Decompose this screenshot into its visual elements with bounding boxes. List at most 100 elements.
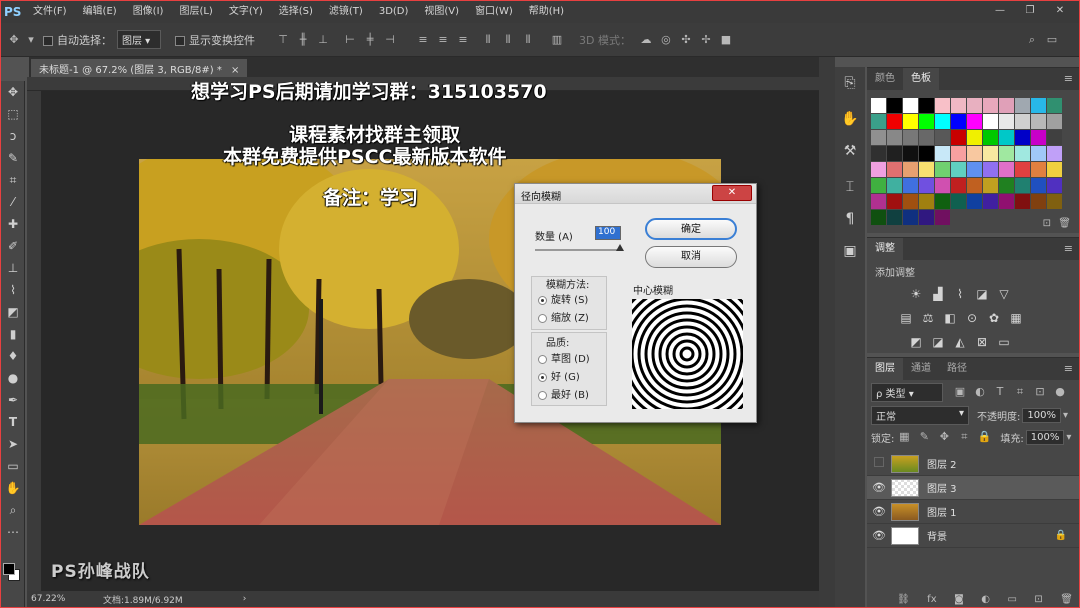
invert-icon[interactable]: ◩ bbox=[907, 333, 925, 351]
brightness-icon[interactable]: ☀ bbox=[907, 285, 925, 303]
panel-menu-icon[interactable]: ≡ bbox=[1064, 362, 1073, 375]
new-swatch-icon[interactable]: ⊡ bbox=[1043, 218, 1051, 229]
lock-all-icon[interactable]: 🔒 bbox=[977, 430, 992, 444]
tab-paths[interactable]: 路径 bbox=[939, 358, 975, 380]
swatch[interactable] bbox=[919, 162, 934, 177]
swatch[interactable] bbox=[1047, 130, 1062, 145]
zoom-level[interactable]: 67.22% bbox=[31, 594, 91, 604]
photo-filter-icon[interactable]: ⊙ bbox=[963, 309, 981, 327]
dialog-titlebar[interactable]: 径向模糊 ✕ bbox=[515, 184, 756, 204]
distribute-hcenter-icon[interactable]: ⫴ bbox=[501, 33, 515, 47]
radio-good[interactable]: 好 (G) bbox=[538, 368, 580, 383]
swatch-grid[interactable] bbox=[871, 98, 1062, 225]
swatch[interactable] bbox=[887, 178, 902, 193]
amount-input[interactable]: 100 bbox=[595, 226, 621, 240]
swatch[interactable] bbox=[919, 130, 934, 145]
roll-3d-icon[interactable]: ◎ bbox=[659, 33, 673, 47]
swatch[interactable] bbox=[1047, 178, 1062, 193]
auto-select-dropdown[interactable]: 图层 ▾ bbox=[117, 30, 161, 49]
swatch[interactable] bbox=[1047, 98, 1062, 113]
swatch[interactable] bbox=[951, 130, 966, 145]
ok-button[interactable]: 确定 bbox=[645, 218, 737, 240]
adjustment-layer-icon[interactable]: ◐ bbox=[981, 594, 990, 605]
drag-3d-icon[interactable]: ✣ bbox=[679, 33, 693, 47]
scale-3d-icon[interactable]: ■ bbox=[719, 33, 733, 47]
swatch[interactable] bbox=[983, 162, 998, 177]
swatch[interactable] bbox=[1015, 114, 1030, 129]
amount-slider-track[interactable] bbox=[535, 249, 623, 251]
swatch[interactable] bbox=[919, 178, 934, 193]
swatch[interactable] bbox=[919, 146, 934, 161]
swatch[interactable] bbox=[871, 98, 886, 113]
properties-icon[interactable]: ⌶ bbox=[835, 171, 865, 203]
swatch[interactable] bbox=[983, 146, 998, 161]
swatch[interactable] bbox=[967, 178, 982, 193]
healing-tool-icon[interactable]: ✚ bbox=[1, 213, 25, 235]
gradient-tool-icon[interactable]: ▮ bbox=[1, 323, 25, 345]
group-icon[interactable]: ▭ bbox=[1007, 594, 1016, 605]
hue-sat-icon[interactable]: ▤ bbox=[897, 309, 915, 327]
swatch[interactable] bbox=[1015, 130, 1030, 145]
swatch[interactable] bbox=[871, 162, 886, 177]
selective-color-icon[interactable]: ⊠ bbox=[973, 333, 991, 351]
panel-menu-icon[interactable]: ≡ bbox=[1064, 242, 1073, 255]
align-bottom-icon[interactable]: ⊥ bbox=[316, 33, 330, 47]
swatch[interactable] bbox=[999, 162, 1014, 177]
swatch[interactable] bbox=[935, 162, 950, 177]
swatch[interactable] bbox=[951, 146, 966, 161]
swatch[interactable] bbox=[967, 114, 982, 129]
color-balance-icon[interactable]: ⚖ bbox=[919, 309, 937, 327]
distribute-top-icon[interactable]: ≡ bbox=[416, 33, 430, 47]
distribute-bottom-icon[interactable]: ≡ bbox=[456, 33, 470, 47]
menu-item[interactable]: 选择(S) bbox=[271, 1, 321, 23]
filter-type-icon[interactable]: T bbox=[993, 385, 1007, 399]
swatch[interactable] bbox=[919, 114, 934, 129]
brush-tool-icon[interactable]: ✐ bbox=[1, 235, 25, 257]
curves-icon[interactable]: ⌇ bbox=[951, 285, 969, 303]
swatch[interactable] bbox=[1031, 98, 1046, 113]
menu-item[interactable]: 3D(D) bbox=[371, 1, 417, 23]
swatch[interactable] bbox=[903, 114, 918, 129]
tab-channels[interactable]: 通道 bbox=[903, 358, 939, 380]
swatch[interactable] bbox=[935, 114, 950, 129]
swatch[interactable] bbox=[903, 194, 918, 209]
swatch[interactable] bbox=[871, 194, 886, 209]
trash-icon[interactable]: 🗑 bbox=[1058, 218, 1071, 229]
tab-close-icon[interactable]: × bbox=[231, 65, 239, 76]
type-tool-icon[interactable]: T bbox=[1, 411, 25, 433]
swatch[interactable] bbox=[919, 194, 934, 209]
swatch[interactable] bbox=[887, 114, 902, 129]
swatch[interactable] bbox=[935, 146, 950, 161]
swatch[interactable] bbox=[1047, 114, 1062, 129]
swatch[interactable] bbox=[1015, 98, 1030, 113]
radio-zoom[interactable]: 缩放 (Z) bbox=[538, 309, 589, 324]
menu-item[interactable]: 文字(Y) bbox=[221, 1, 271, 23]
orbit-3d-icon[interactable]: ☁ bbox=[639, 33, 653, 47]
swatch[interactable] bbox=[999, 130, 1014, 145]
menu-item[interactable]: 编辑(E) bbox=[75, 1, 125, 23]
menu-item[interactable]: 图像(I) bbox=[125, 1, 172, 23]
swatch[interactable] bbox=[903, 162, 918, 177]
color-swatches[interactable] bbox=[3, 563, 21, 581]
status-arrow-icon[interactable]: › bbox=[243, 594, 247, 604]
swatch[interactable] bbox=[935, 194, 950, 209]
distribute-right-icon[interactable]: ⫴ bbox=[521, 33, 535, 47]
workspace-icon[interactable]: ▭ bbox=[1045, 33, 1059, 47]
close-icon[interactable]: ✕ bbox=[1045, 1, 1075, 21]
swatch[interactable] bbox=[983, 130, 998, 145]
swatch[interactable] bbox=[903, 146, 918, 161]
quick-select-tool-icon[interactable]: ✎ bbox=[1, 147, 25, 169]
trash-icon[interactable]: 🗑 bbox=[1060, 594, 1073, 605]
dodge-tool-icon[interactable]: ● bbox=[1, 367, 25, 389]
brush-settings-icon[interactable]: ⚒ bbox=[835, 135, 865, 167]
swatch[interactable] bbox=[951, 114, 966, 129]
restore-icon[interactable]: ❐ bbox=[1015, 1, 1045, 21]
character-panel-icon[interactable]: ¶ bbox=[835, 203, 865, 235]
swatch[interactable] bbox=[967, 162, 982, 177]
brush-panel-icon[interactable]: ✋ bbox=[835, 103, 865, 135]
swatch[interactable] bbox=[1031, 162, 1046, 177]
history-brush-tool-icon[interactable]: ⌇ bbox=[1, 279, 25, 301]
vibrance-icon[interactable]: ▽ bbox=[995, 285, 1013, 303]
levels-icon[interactable]: ▟ bbox=[929, 285, 947, 303]
show-transform-checkbox[interactable]: 显示变换控件 bbox=[175, 32, 255, 48]
